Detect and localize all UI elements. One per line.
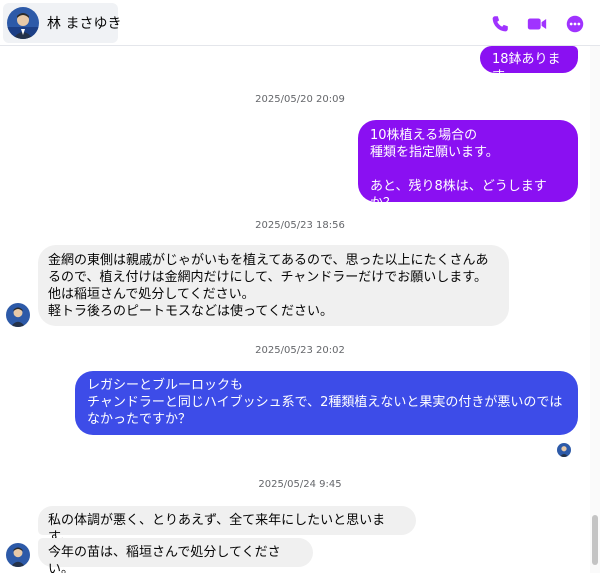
outgoing-message[interactable]: 10株植える場合の 種類を指定願います。 あと、残り8株は、どうしますか？ [358, 120, 578, 211]
contact-profile-button[interactable]: 林 まさゆき [3, 3, 122, 43]
sender-avatar[interactable] [6, 543, 30, 567]
timestamp: 2025/05/23 20:02 [255, 345, 345, 356]
more-options-icon[interactable] [564, 13, 586, 35]
contact-name: 林 まさゆき [47, 16, 122, 32]
sender-avatar[interactable] [6, 303, 30, 327]
incoming-message[interactable]: 今年の苗は、稲垣さんで処分してください。 [38, 538, 313, 573]
incoming-message[interactable]: 私の体調が悪く、とりあえず、全て来年にしたいと思います。 [38, 506, 416, 545]
scrollbar-track[interactable] [590, 46, 600, 573]
timestamp: 2025/05/20 20:09 [255, 94, 345, 105]
scrollbar-thumb[interactable] [592, 515, 598, 565]
contact-avatar[interactable] [7, 7, 39, 39]
chat-header: 林 まさゆき [0, 0, 600, 46]
incoming-message[interactable]: 金網の東側は親戚がじゃがいもを植えてあるので、思った以上にたくさんあるので、植え… [38, 245, 509, 326]
phone-icon[interactable] [489, 13, 511, 35]
seen-indicator-avatar [557, 443, 571, 457]
timestamp: 2025/05/23 18:56 [255, 220, 345, 231]
video-call-icon[interactable] [526, 13, 548, 35]
outgoing-message[interactable]: 18鉢あります [480, 46, 578, 84]
outgoing-message[interactable]: レガシーとブルーロックも チャンドラーと同じハイブッシュ系で、2種類植えないと果… [75, 371, 578, 435]
message-list[interactable]: 18鉢あります 2025/05/20 20:09 10株植える場合の 種類を指定… [0, 46, 600, 573]
timestamp: 2025/05/24 9:45 [258, 479, 342, 490]
